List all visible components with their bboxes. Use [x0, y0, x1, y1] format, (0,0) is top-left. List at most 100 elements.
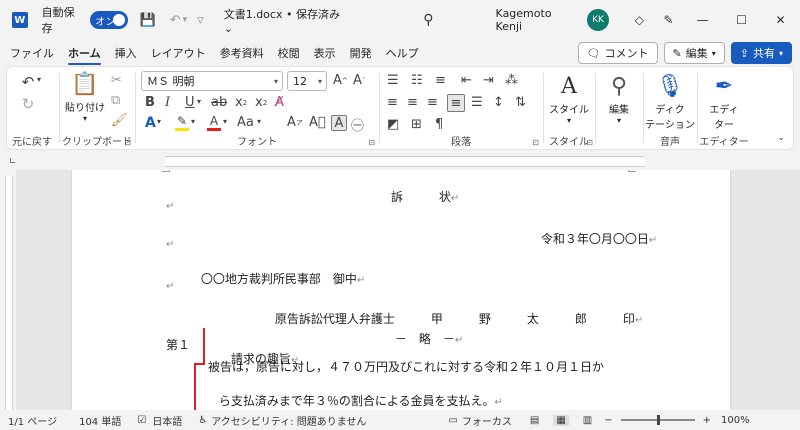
tab-developer[interactable]: 開発 [350, 41, 372, 65]
asian-layout-icon[interactable]: ⁂ [505, 73, 518, 88]
zoom-out-icon[interactable]: − [604, 415, 612, 426]
tab-file[interactable]: ファイル [10, 41, 54, 65]
tab-layout[interactable]: レイアウト [151, 41, 206, 65]
phonetic-guide-icon[interactable]: Aア [287, 115, 303, 130]
decrease-indent-icon[interactable]: ⇤ [461, 73, 472, 88]
tab-help[interactable]: ヘルプ [386, 41, 419, 65]
underline-icon[interactable]: U [185, 95, 195, 110]
subscript-icon[interactable]: x2 [235, 95, 247, 110]
highlight-icon[interactable]: ✎ [175, 114, 189, 131]
copy-icon[interactable]: ⧉ [111, 93, 120, 108]
proofing-icon[interactable]: ☑ [137, 415, 146, 426]
clear-formatting-icon[interactable]: A̸ [275, 95, 284, 110]
character-border-icon[interactable]: A⃞ [309, 115, 326, 130]
page-count[interactable]: 1/1 ページ [8, 413, 57, 428]
web-layout-icon[interactable]: ▥ [583, 415, 592, 426]
tab-review[interactable]: 校閲 [278, 41, 300, 65]
bold-icon[interactable]: B [145, 95, 155, 110]
minimize-icon[interactable]: — [683, 13, 722, 27]
increase-indent-icon[interactable]: ⇥ [483, 73, 494, 88]
tab-home[interactable]: ホーム [68, 41, 101, 65]
zoom-slider[interactable] [620, 415, 695, 425]
dialog-launcher-icon[interactable]: ⊡ [532, 138, 539, 147]
zoom-in-icon[interactable]: + [703, 415, 711, 426]
edit-mode-button[interactable]: ✎ 編集 ▾ [663, 42, 725, 64]
sort-icon[interactable]: ⇅ [515, 95, 526, 110]
italic-icon[interactable]: I [165, 95, 170, 110]
document-page[interactable]: 訴 状↵ ↵ 令和３年〇月〇〇日↵ ↵ 〇〇地方裁判所民事部 御中↵ ↵ 原告訴… [72, 170, 730, 410]
save-icon[interactable]: 💾 [140, 13, 156, 28]
avatar[interactable]: KK [587, 9, 609, 31]
shrink-font-icon[interactable]: Aˇ [353, 73, 365, 88]
character-shading-icon[interactable]: A [331, 115, 347, 131]
format-painter-icon[interactable]: 🖌 [111, 113, 128, 128]
dictate-button[interactable]: 🎙 ディク テーション [645, 73, 695, 131]
print-layout-icon[interactable]: ▦ [553, 414, 569, 426]
chevron-down-icon[interactable]: ▾ [257, 117, 261, 126]
document-title[interactable]: 文書1.docx • 保存済み ⌄ [224, 6, 350, 35]
styles-button[interactable]: A スタイル ▾ [547, 73, 591, 125]
chevron-down-icon[interactable]: ▾ [223, 117, 227, 126]
shading-icon[interactable]: ◩ [387, 117, 399, 132]
dialog-launcher-icon[interactable]: ⊡ [368, 138, 375, 147]
distributed-icon[interactable]: ☰ [471, 95, 483, 110]
tab-insert[interactable]: 挿入 [115, 41, 137, 65]
borders-icon[interactable]: ⊞ [411, 117, 422, 132]
close-icon[interactable]: ✕ [761, 13, 800, 27]
search-icon[interactable]: ⚲ [423, 12, 433, 28]
tab-references[interactable]: 参考資料 [220, 41, 264, 65]
text-effects-icon[interactable]: A [145, 115, 156, 131]
editing-button[interactable]: ⚲ 編集 ▾ [597, 73, 641, 125]
share-button[interactable]: ⇪ 共有 ▾ [730, 42, 792, 64]
justify-icon[interactable]: ≡ [447, 94, 465, 112]
user-name[interactable]: Kagemoto Kenji [496, 7, 580, 33]
zoom-level[interactable]: 100% [721, 415, 750, 426]
dialog-launcher-icon[interactable]: ⊡ [124, 138, 131, 147]
align-right-icon[interactable]: ≡ [427, 95, 438, 110]
chevron-down-icon[interactable]: ▾ [191, 117, 195, 126]
customize-qat-icon[interactable]: ▿ [197, 13, 204, 28]
undo-icon[interactable]: ↶ [170, 13, 181, 28]
numbering-icon[interactable]: ☷ [411, 73, 423, 88]
chevron-down-icon[interactable]: ▾ [197, 97, 201, 106]
horizontal-ruler[interactable]: ∟ [0, 152, 800, 170]
read-mode-icon[interactable]: ▤ [530, 415, 539, 426]
redo-icon[interactable]: ↻ [19, 95, 37, 113]
focus-icon[interactable]: ▭ [448, 415, 457, 426]
enclose-characters-icon[interactable]: ㊀ [351, 115, 364, 134]
bullets-icon[interactable]: ☰ [387, 73, 399, 88]
font-size-combo[interactable]: 12 ▾ [287, 71, 327, 91]
chevron-down-icon[interactable]: ▾ [157, 117, 161, 126]
paste-button[interactable]: 📋 貼り付け ▾ [65, 71, 105, 123]
show-marks-icon[interactable]: ¶ [435, 117, 443, 132]
diamond-icon[interactable]: ◇ [625, 13, 654, 27]
accessibility-icon[interactable]: ♿ [198, 415, 207, 426]
vertical-ruler[interactable] [0, 170, 16, 410]
undo-dropdown-icon[interactable]: ▾ [37, 75, 41, 84]
tab-view[interactable]: 表示 [314, 41, 336, 65]
language[interactable]: 日本語 [152, 413, 182, 428]
ruler-strip[interactable] [165, 156, 645, 167]
maximize-icon[interactable]: ☐ [722, 13, 761, 27]
change-case-icon[interactable]: Aa [237, 115, 254, 130]
line-spacing-icon[interactable]: ↕ [493, 95, 504, 110]
comment-button[interactable]: 🗨 コメント [577, 42, 658, 64]
editor-button[interactable]: ✒ エディ ター [699, 73, 749, 131]
word-count[interactable]: 104 単語 [79, 413, 121, 428]
undo-icon[interactable]: ↶ [19, 73, 37, 91]
undo-dropdown-icon[interactable]: ▾ [183, 15, 188, 25]
strikethrough-icon[interactable]: ab [211, 95, 227, 110]
multilevel-list-icon[interactable]: ≡ [435, 73, 446, 88]
collapse-ribbon-icon[interactable]: ⌄ [777, 133, 785, 143]
autosave-toggle[interactable]: オン [90, 11, 128, 29]
focus-mode[interactable]: フォーカス [462, 413, 512, 428]
cut-icon[interactable]: ✂ [111, 73, 122, 88]
font-color-icon[interactable]: A [207, 114, 221, 131]
accessibility-status[interactable]: アクセシビリティ: 問題ありません [211, 413, 366, 428]
pen-icon[interactable]: ✎ [654, 13, 683, 27]
tab-selector-icon[interactable]: ∟ [9, 157, 17, 167]
superscript-icon[interactable]: x2 [255, 95, 267, 110]
dialog-launcher-icon[interactable]: ⊡ [586, 138, 593, 147]
align-left-icon[interactable]: ≡ [387, 95, 398, 110]
grow-font-icon[interactable]: A ^ [333, 73, 348, 88]
